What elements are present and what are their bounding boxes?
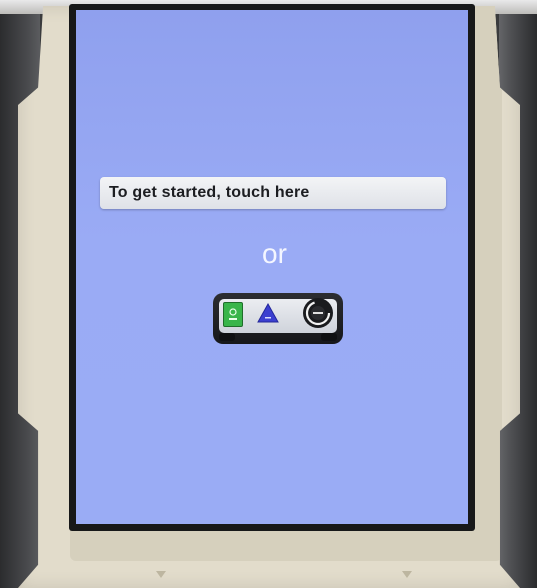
or-divider: or: [262, 238, 287, 269]
help-triangle-icon: [257, 302, 279, 323]
start-button[interactable]: To get started, touch here: [100, 177, 446, 209]
audio-tactile-interface-illustration: [213, 293, 343, 344]
touch-screen: To get started, touch here or: [76, 10, 468, 524]
move-knob-icon: [303, 298, 333, 328]
start-button-label: To get started, touch here: [109, 184, 310, 201]
device-foot-right: [321, 333, 337, 341]
audio-button-icon: [223, 302, 243, 327]
frame-notch-left: [156, 571, 166, 578]
frame-notch-right: [402, 571, 412, 578]
device-foot-left: [219, 333, 235, 341]
